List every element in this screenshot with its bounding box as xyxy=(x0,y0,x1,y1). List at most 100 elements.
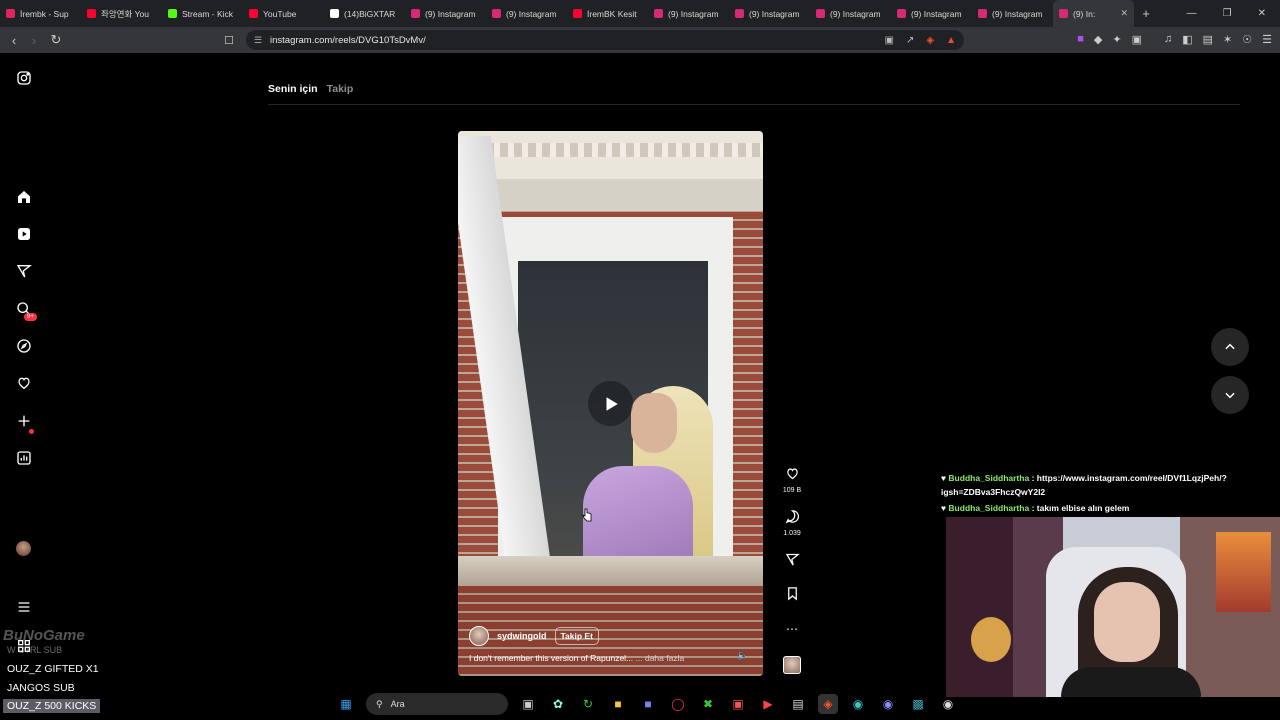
like-button[interactable]: 109 B xyxy=(778,466,806,494)
puzzle-icon[interactable]: ✦ xyxy=(1112,33,1121,46)
minimize-icon[interactable]: — xyxy=(1187,8,1197,19)
reels-icon[interactable] xyxy=(14,224,34,244)
brave-icon[interactable]: ◈ xyxy=(818,694,838,714)
copilot-icon[interactable]: ✿ xyxy=(548,694,568,714)
previous-reel-button[interactable] xyxy=(1211,328,1249,366)
feed-tabs: Senin için Takip xyxy=(268,83,353,95)
comment-button[interactable]: 1.039 xyxy=(778,509,806,537)
instagram-logo-icon[interactable] xyxy=(14,68,34,88)
close-tab-icon[interactable]: ✕ xyxy=(1120,8,1128,19)
browser-tab[interactable]: (9) Instagram xyxy=(972,0,1053,27)
bookmark-icon[interactable]: ☐ xyxy=(219,34,239,47)
wallet-icon[interactable]: ▤ xyxy=(1203,33,1213,46)
messages-icon[interactable] xyxy=(14,261,34,281)
author-avatar[interactable] xyxy=(469,626,489,646)
app-icon[interactable]: ↻ xyxy=(578,694,598,714)
restore-icon[interactable]: ❐ xyxy=(1223,8,1232,19)
volume-icon[interactable]: 🔈 xyxy=(737,650,748,661)
site-info-icon[interactable]: ☰ xyxy=(254,35,262,46)
obs-icon[interactable]: ◉ xyxy=(938,694,958,714)
profile-avatar[interactable] xyxy=(16,541,31,556)
close-window-icon[interactable]: ✕ xyxy=(1258,8,1266,19)
share-icon[interactable]: ↗ xyxy=(906,35,914,46)
tab-following[interactable]: Takip xyxy=(327,83,354,95)
reel-author: sydwingold Takip Et xyxy=(469,626,599,646)
media-icon[interactable]: ♫ xyxy=(1164,33,1172,46)
play-button[interactable] xyxy=(588,381,633,426)
explore-icon[interactable] xyxy=(14,336,34,356)
store-icon[interactable]: ▣ xyxy=(728,694,748,714)
screenshot-icon[interactable]: ▣ xyxy=(1132,33,1142,46)
taskbar-search[interactable]: ⚲ Ara xyxy=(366,693,508,715)
url-text: instagram.com/reels/DVG10TsDvMv/ xyxy=(270,34,426,46)
app-icon[interactable]: ▤ xyxy=(788,694,808,714)
opera-icon[interactable]: ◯ xyxy=(668,694,688,714)
xbox-icon[interactable]: ✖ xyxy=(698,694,718,714)
caption-more-link[interactable]: ... daha fazla xyxy=(636,653,685,663)
sidebar-icon[interactable]: ◧ xyxy=(1182,33,1192,46)
browser-tab[interactable]: (9) Instagram xyxy=(810,0,891,27)
more-options-icon[interactable]: ⋯ xyxy=(778,622,806,636)
back-icon[interactable]: ‹ xyxy=(4,33,24,48)
app-icon[interactable]: ▩ xyxy=(908,694,928,714)
video-dress xyxy=(583,466,693,566)
browser-tab[interactable]: İrembk - Sup xyxy=(0,0,81,27)
follow-button[interactable]: Takip Et xyxy=(554,627,599,645)
browser-tab[interactable]: Stream - Kick xyxy=(162,0,243,27)
browser-tab[interactable]: 좌앙연화 You xyxy=(81,0,162,27)
tab-label: (9) Instagram xyxy=(911,8,962,19)
address-bar[interactable]: ☰ instagram.com/reels/DVG10TsDvMv/ ▣ ↗ ◈… xyxy=(246,30,964,50)
brave-shield-icon[interactable]: ◈ xyxy=(926,35,934,46)
browser-tab[interactable]: İremBK Kesit xyxy=(567,0,648,27)
browser-tab[interactable]: (9) Instagram xyxy=(729,0,810,27)
overlay-dim-line: W CTRL SUB xyxy=(7,645,63,655)
new-tab-button[interactable]: + xyxy=(1134,6,1158,21)
share-button[interactable] xyxy=(778,552,806,572)
brave-rewards-icon[interactable]: ▲ xyxy=(946,35,956,46)
cast-icon[interactable]: ▣ xyxy=(885,35,894,46)
task-view-icon[interactable]: ▣ xyxy=(518,694,538,714)
chat-username: Buddha_Siddhartha xyxy=(948,473,1030,483)
teams-icon[interactable]: ■ xyxy=(638,694,658,714)
forward-icon[interactable]: › xyxy=(24,33,44,48)
file-explorer-icon[interactable]: ■ xyxy=(608,694,628,714)
reel-caption: I don't remember this version of Rapunze… xyxy=(469,653,684,663)
webcam-plush xyxy=(971,617,1011,662)
discord-icon[interactable]: ◉ xyxy=(878,694,898,714)
chat-text: : takım elbise alın gelem xyxy=(1031,503,1130,513)
extension-icon[interactable]: ■ xyxy=(1077,33,1084,46)
windows-start-icon[interactable]: ▦ xyxy=(336,694,356,714)
edge-icon[interactable]: ◉ xyxy=(848,694,868,714)
leo-icon[interactable]: ✶ xyxy=(1223,33,1232,46)
save-button[interactable] xyxy=(778,586,806,606)
video-face xyxy=(631,393,677,453)
dashboard-icon[interactable] xyxy=(14,448,34,468)
stream-chat: ♥ Buddha_Siddhartha : https://www.instag… xyxy=(941,471,1261,517)
notifications-icon[interactable] xyxy=(14,373,34,393)
browser-tab[interactable]: (9) Instagram xyxy=(486,0,567,27)
browser-tab[interactable]: (9) Instagram xyxy=(648,0,729,27)
tab-label: (9) In: xyxy=(1073,8,1096,19)
tab-label: (9) Instagram xyxy=(668,8,719,19)
vpn-icon[interactable]: ☉ xyxy=(1242,33,1252,46)
browser-tab[interactable]: (9) Instagram xyxy=(891,0,972,27)
browser-tab[interactable]: (9) Instagram xyxy=(405,0,486,27)
chat-username: Buddha_Siddhartha xyxy=(948,503,1030,513)
tab-for-you[interactable]: Senin için xyxy=(268,83,318,95)
video-dentils xyxy=(458,143,763,157)
media-player-icon[interactable]: ▶ xyxy=(758,694,778,714)
author-username[interactable]: sydwingold xyxy=(497,631,547,641)
webcam-feed xyxy=(946,517,1280,697)
reel-video[interactable]: sydwingold Takip Et I don't remember thi… xyxy=(458,131,763,676)
menu-icon[interactable]: ☰ xyxy=(1262,33,1272,46)
reload-icon[interactable]: ↻ xyxy=(46,32,66,48)
browser-tab[interactable]: (14)BiGXTAR xyxy=(324,0,405,27)
tab-label: (9) Instagram xyxy=(992,8,1043,19)
extension-icon[interactable]: ◆ xyxy=(1094,33,1102,46)
browser-tab[interactable]: (9) In: ✕ xyxy=(1053,0,1134,27)
create-icon[interactable] xyxy=(14,411,34,431)
browser-tab[interactable]: YouTube xyxy=(243,0,324,27)
next-reel-button[interactable] xyxy=(1211,376,1249,414)
home-icon[interactable] xyxy=(14,187,34,207)
audio-thumbnail[interactable] xyxy=(783,656,801,674)
